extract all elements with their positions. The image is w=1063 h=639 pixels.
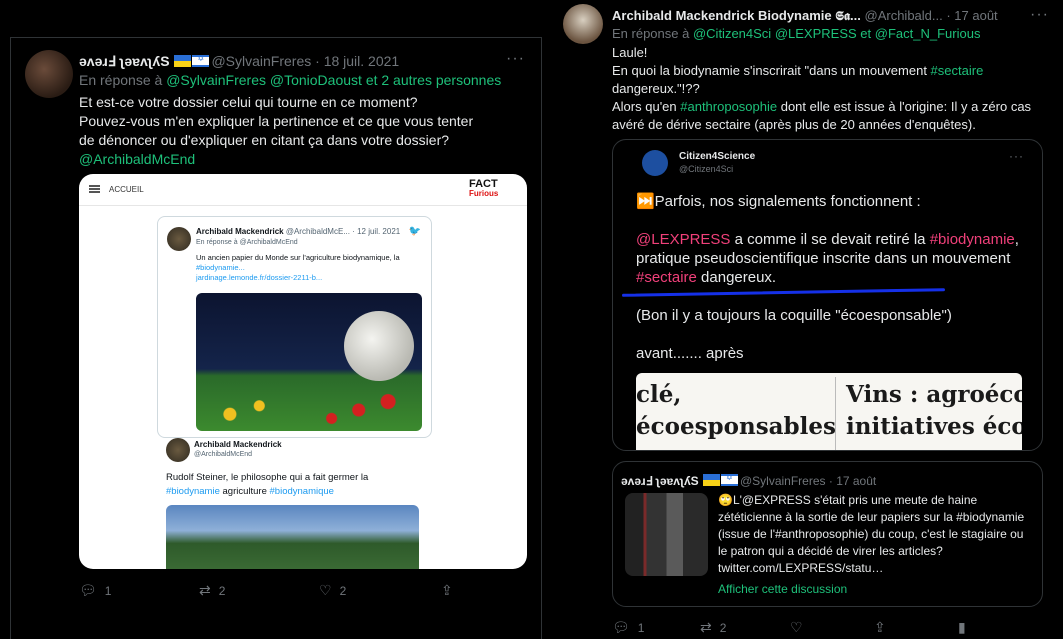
quoted-handle: @Citizen4Sci	[679, 164, 734, 174]
tweet-text: Laule! En quoi la biodynamie s'inscrirai…	[612, 45, 1032, 132]
tweet-header: ǝʌǝɹℲ ʅǝɐʌʅʎS @SylvainFreres · 18 juil. …	[79, 53, 399, 70]
quoted-tweet[interactable]: ǝʌǝɹℲ ʅǝɐʌʅʎS @SylvainFreres · 17 août 🙄…	[612, 461, 1043, 607]
share-button[interactable]: ⇪	[874, 619, 894, 636]
tweet-actions: 💬︎ 1 ⇄ 2 ♡ 2 ⇪	[79, 582, 519, 602]
show-thread-link[interactable]: Afficher cette discussion	[718, 582, 847, 596]
tweet-actions: 💬︎ 1 ⇄ 2 ♡ ⇪ ▮	[612, 619, 1032, 639]
twitter-bird-icon: 🐦	[408, 226, 421, 237]
ukraine-flag-icon	[174, 55, 192, 67]
retweet-icon: ⇄	[700, 619, 712, 635]
fact-n-furious-logo: FACT Furious	[469, 178, 499, 199]
reply-others[interactable]: et 2 autres personnes	[366, 72, 501, 88]
quoted-thumbnail	[625, 493, 708, 576]
reply-icon: 💬︎	[612, 619, 630, 635]
avatar[interactable]	[25, 50, 73, 98]
quoted-text: ⏭️Parfois, nos signalements fonctionnent…	[636, 193, 1019, 362]
analytics-button[interactable]: ▮	[958, 619, 974, 636]
tweet-date[interactable]: · 18 juil. 2021	[315, 53, 399, 69]
moon-image	[344, 311, 414, 381]
quoted-image[interactable]: Citizen4Science @Citizen4Sci ··· ⏭️Parfo…	[612, 139, 1043, 451]
tweet-text: Et est-ce votre dossier celui qui tourne…	[79, 93, 489, 169]
reply-context: En réponse à @SylvainFreres @TonioDaoust…	[79, 72, 501, 88]
retweet-icon: ⇄	[199, 582, 211, 598]
israel-flag-icon	[720, 473, 738, 486]
avatar[interactable]	[563, 4, 603, 44]
flowers-image	[196, 389, 422, 431]
retweet-button[interactable]: ⇄ 2	[199, 582, 225, 599]
more-options-icon[interactable]: ···	[506, 50, 525, 68]
hashtag-link[interactable]: #anthroposophie	[680, 99, 777, 114]
handle[interactable]: @Archibald...	[865, 8, 943, 23]
analytics-icon: ▮	[958, 619, 966, 635]
left-tweet[interactable]: ǝʌǝɹℲ ʅǝɐʌʅʎS @SylvainFreres · 18 juil. …	[10, 37, 542, 639]
right-tweet[interactable]: Archibald Mackendrick Biodynamie 𝕾𝖆... @…	[551, 0, 1063, 639]
display-name[interactable]: Archibald Mackendrick Biodynamie 𝕾𝖆...	[612, 8, 861, 23]
embedded-text: Rudolf Steiner, le philosophe qui a fait…	[166, 472, 369, 497]
reply-button[interactable]: 💬︎ 1	[79, 582, 111, 599]
heart-icon: ♡	[319, 582, 332, 598]
tweet-text-line: Et est-ce votre dossier celui qui tourne…	[79, 94, 418, 110]
citizen4science-avatar	[642, 150, 668, 176]
reply-button[interactable]: 💬︎ 1	[612, 619, 644, 636]
embedded-text: Un ancien papier du Monde sur l'agricult…	[196, 253, 400, 282]
reply-prefix: En réponse à	[79, 72, 163, 88]
more-options-icon[interactable]: ···	[1030, 6, 1049, 24]
avatar	[167, 227, 191, 251]
mention-link[interactable]: @Citizen4Sci	[693, 26, 771, 41]
share-icon: ⇪	[441, 582, 453, 598]
quoted-name: Citizen4Science	[679, 151, 756, 162]
embedded-name: Archibald Mackendrick	[194, 440, 282, 449]
embedded-reply: En réponse à @ArchibaldMcEnd	[196, 239, 298, 246]
embedded-tweet: Archibald Mackendrick @ArchibaldMcE... ·…	[157, 216, 432, 438]
accueil-label: ACCUEIL	[109, 185, 144, 194]
like-button[interactable]: ♡ 2	[319, 582, 346, 599]
display-name[interactable]: ǝʌǝɹℲ ʅǝɐʌʅʎS	[79, 53, 170, 69]
ukraine-flag-icon	[702, 474, 720, 486]
share-button[interactable]: ⇪	[441, 582, 461, 599]
like-button[interactable]: ♡	[790, 619, 811, 636]
reply-mentions[interactable]: @SylvainFreres @TonioDaoust	[166, 72, 362, 88]
israel-flag-icon	[192, 54, 210, 67]
retweet-button[interactable]: ⇄ 2	[700, 619, 726, 636]
trees-photo	[166, 505, 419, 569]
avatar	[166, 438, 190, 462]
embedded-handle: @ArchibaldMcEnd	[194, 451, 253, 458]
tweet-date[interactable]: · 17 août	[946, 8, 997, 23]
moon-field-photo	[196, 293, 422, 431]
quoted-text: 🙄L'@EXPRESS s'était pris une meute de ha…	[718, 493, 1025, 575]
more-options-icon: ···	[1009, 149, 1024, 163]
screenshot-topbar: ACCUEIL FACT Furious	[79, 174, 527, 206]
newspaper-clipping: clé,écoesponsables Vins : agroécoloiniti…	[636, 373, 1022, 450]
mention-link[interactable]: @Fact_N_Furious	[875, 26, 981, 41]
tweet-header: Archibald Mackendrick Biodynamie 𝕾𝖆... @…	[612, 8, 998, 24]
tweet-text-line: Pouvez-vous m'en expliquer la pertinence…	[79, 113, 474, 148]
heart-icon: ♡	[790, 619, 803, 635]
reply-context: En réponse à @Citizen4Sci @LEXPRESS et @…	[612, 26, 981, 41]
share-icon: ⇪	[874, 619, 886, 635]
handle[interactable]: @SylvainFreres	[211, 53, 311, 69]
mention-link[interactable]: @LEXPRESS	[775, 26, 857, 41]
embedded-header: Archibald Mackendrick @ArchibaldMcE... ·…	[196, 227, 401, 236]
mention-link[interactable]: @ArchibaldMcEnd	[79, 150, 489, 169]
hashtag-link[interactable]: #sectaire	[931, 63, 984, 78]
attached-screenshot[interactable]: ACCUEIL FACT Furious Archibald Mackendric…	[79, 174, 527, 569]
reply-icon: 💬︎	[79, 582, 97, 598]
quoted-header: ǝʌǝɹℲ ʅǝɐʌʅʎS @SylvainFreres · 17 août	[621, 473, 876, 488]
hamburger-menu-icon	[89, 185, 100, 193]
